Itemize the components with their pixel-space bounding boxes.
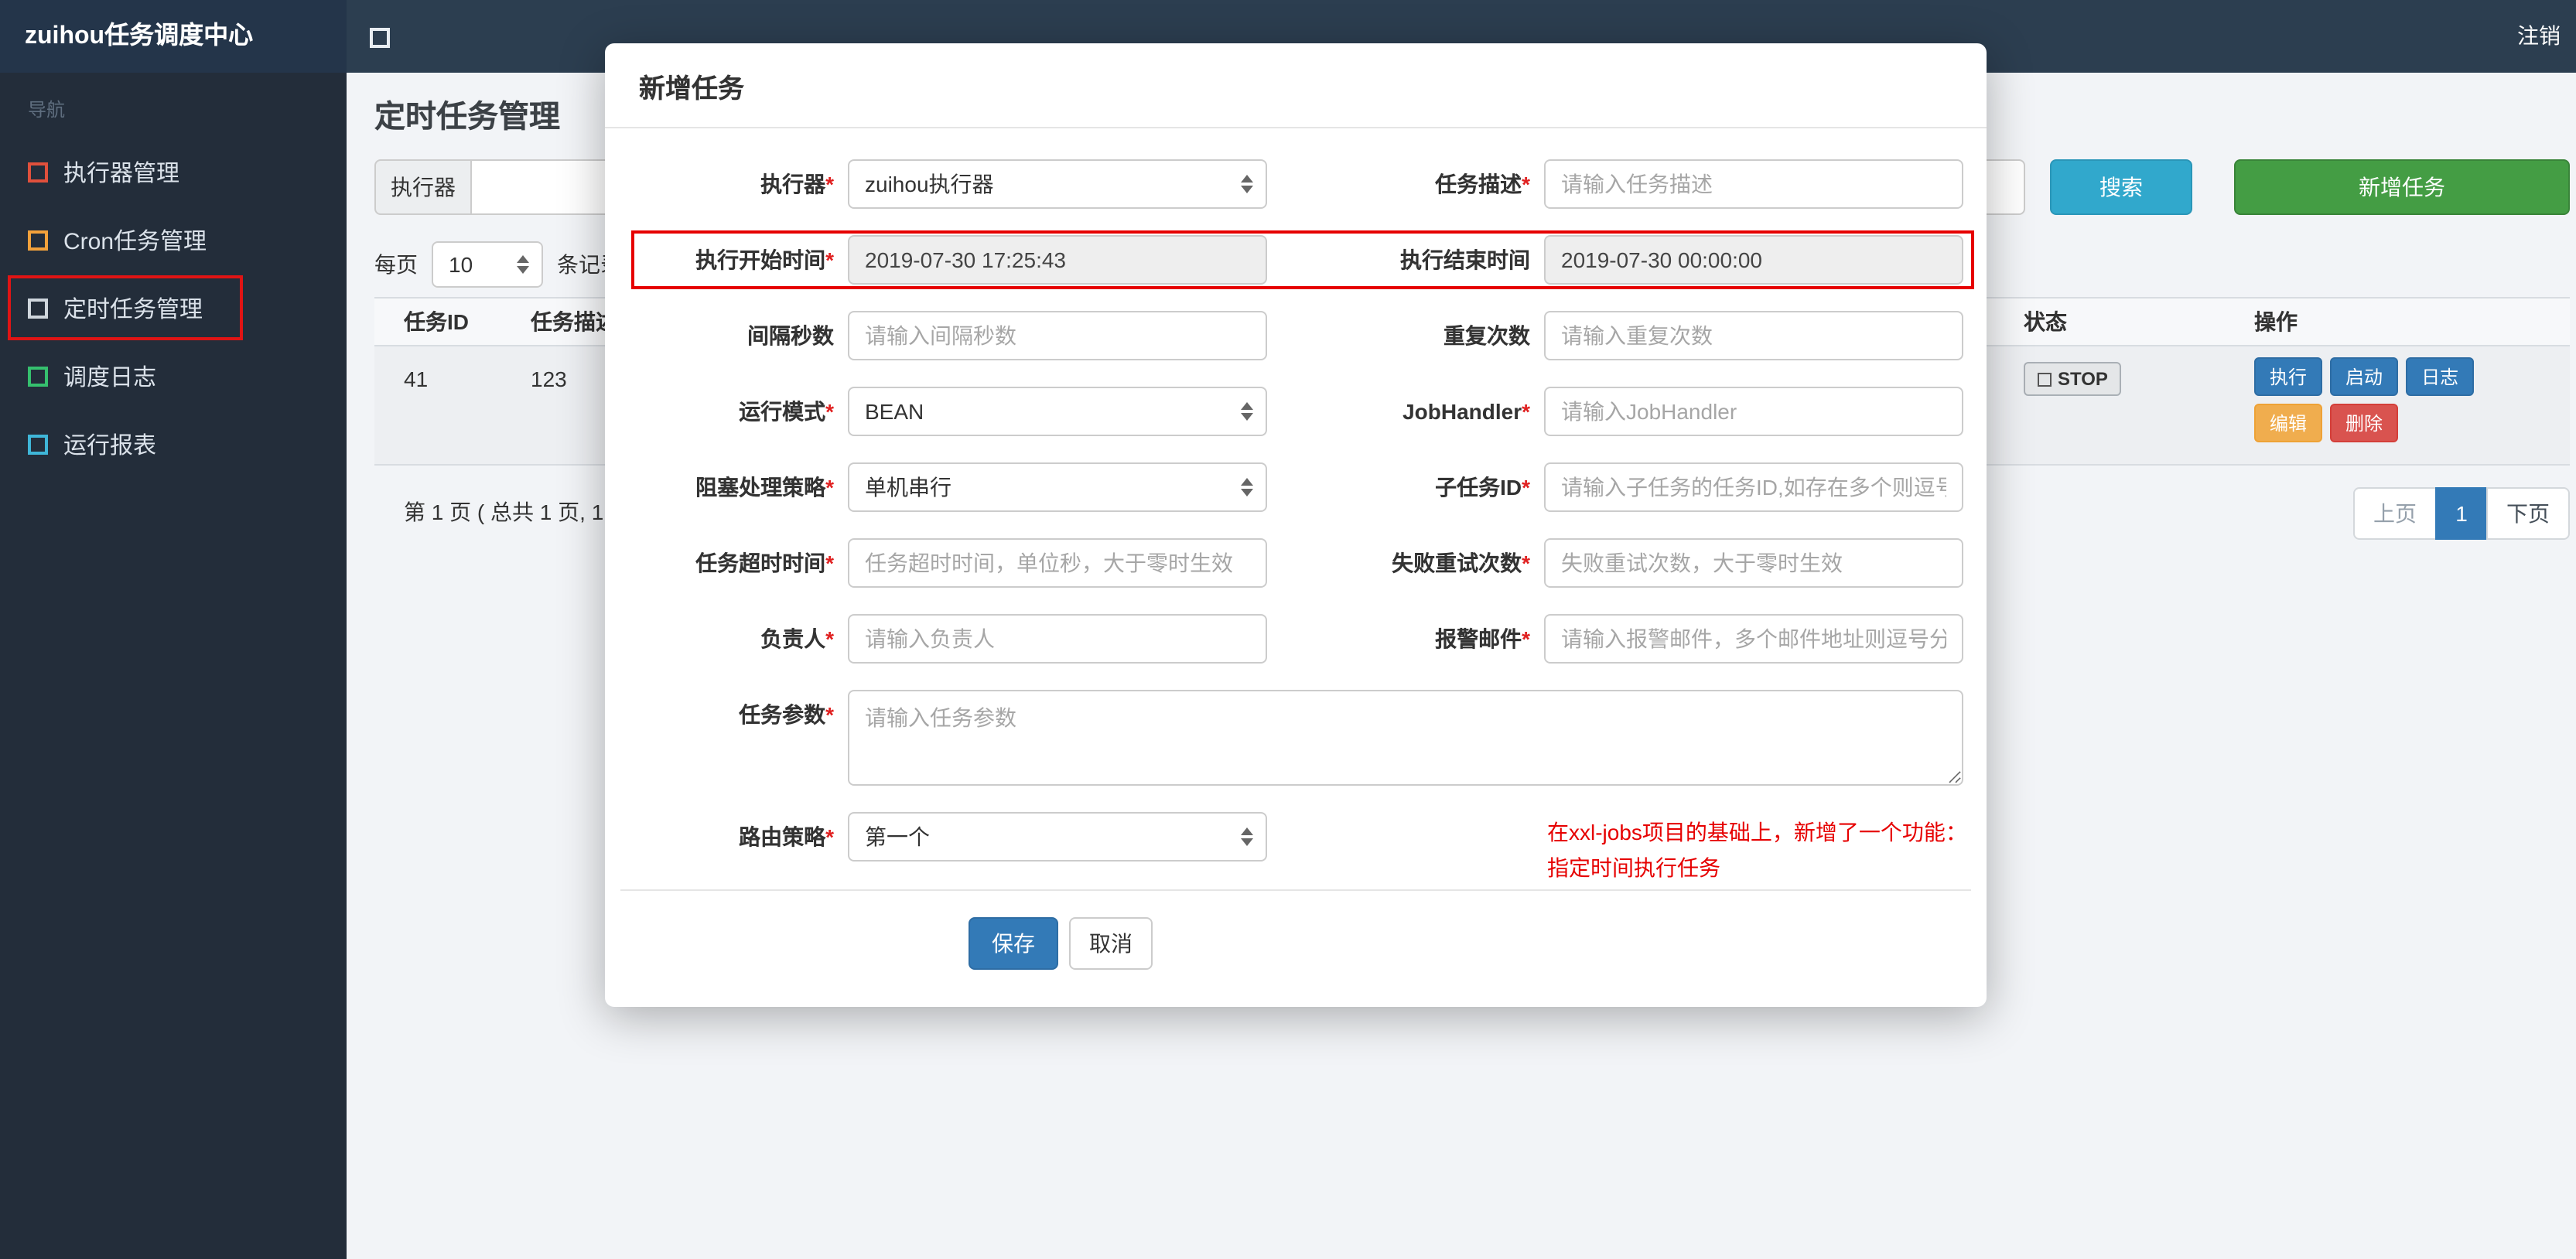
per-page-value: 10 — [449, 252, 473, 277]
prev-page-button[interactable]: 上页 — [2353, 487, 2437, 540]
square-icon — [28, 162, 48, 182]
modal-form: 执行器* zuihou执行器 任务描述* 执行开始时间* 执行结束时间 间隔秒数… — [605, 128, 1987, 880]
next-page-button[interactable]: 下页 — [2486, 487, 2570, 540]
pagination: 上页 1 下页 — [2353, 487, 2570, 540]
interval-input[interactable] — [848, 311, 1267, 360]
select-stepper-icon — [517, 255, 529, 274]
jobhandler-input[interactable] — [1544, 387, 1963, 436]
save-button[interactable]: 保存 — [969, 917, 1058, 970]
select-stepper-icon — [1241, 478, 1253, 496]
run-mode-select[interactable]: BEAN — [848, 387, 1267, 436]
end-time-label: 执行结束时间 — [1400, 247, 1530, 272]
header-task-id: 任务ID — [404, 309, 469, 334]
feature-note-line2: 指定时间执行任务 — [1547, 855, 1720, 880]
sidebar-item-dispatch-log[interactable]: 调度日志 — [0, 342, 347, 410]
sidebar-item-run-report[interactable]: 运行报表 — [0, 410, 347, 478]
timeout-label: 任务超时时间* — [695, 551, 834, 575]
retry-label: 失败重试次数* — [1392, 551, 1530, 575]
executor-select[interactable]: zuihou执行器 — [848, 159, 1267, 209]
search-button[interactable]: 搜索 — [2050, 159, 2192, 215]
stop-square-icon — [2038, 372, 2052, 386]
sidebar-item-cron-task-mgmt[interactable]: Cron任务管理 — [0, 206, 347, 274]
sidebar-item-label: 运行报表 — [63, 432, 157, 459]
cell-status: STOP — [1996, 357, 2226, 450]
retry-input[interactable] — [1544, 538, 1963, 588]
task-desc-label: 任务描述* — [1435, 172, 1530, 196]
block-strategy-label: 阻塞处理策略* — [695, 475, 834, 500]
start-button[interactable]: 启动 — [2330, 357, 2399, 396]
app-root: zuihou任务调度中心 注销 导航 执行器管理 Cron任务管理 定时任务管理… — [0, 0, 2576, 1259]
executor-label: 执行器* — [760, 172, 834, 196]
timeout-input[interactable] — [848, 538, 1267, 588]
child-job-label: 子任务ID* — [1435, 475, 1530, 500]
add-task-button[interactable]: 新增任务 — [2234, 159, 2570, 215]
square-icon — [28, 230, 48, 250]
route-strategy-label: 路由策略* — [739, 824, 834, 849]
cell-task-id: 41 — [404, 367, 429, 391]
select-stepper-icon — [1241, 402, 1253, 421]
repeat-label: 重复次数 — [1443, 323, 1530, 348]
square-icon — [28, 366, 48, 386]
cancel-button[interactable]: 取消 — [1069, 917, 1153, 970]
modal-footer: 保存 取消 — [605, 891, 1987, 1007]
modal-title: 新增任务 — [605, 43, 1987, 128]
log-button[interactable]: 日志 — [2406, 357, 2475, 396]
sidebar-item-label: Cron任务管理 — [63, 228, 207, 254]
pagination-info: 第 1 页 ( 总共 1 页, 1 — [404, 500, 604, 524]
feature-note: 在xxl-jobs项目的基础上，新增了一个功能： 指定时间执行任务 — [1544, 812, 1967, 880]
task-params-textarea[interactable] — [848, 690, 1963, 786]
start-time-input[interactable] — [848, 235, 1267, 285]
alarm-email-input[interactable] — [1544, 614, 1963, 664]
owner-input[interactable] — [848, 614, 1267, 664]
executor-select-value: zuihou执行器 — [865, 172, 994, 196]
sidebar-item-label: 执行器管理 — [63, 160, 180, 186]
feature-note-line1: 在xxl-jobs项目的基础上，新增了一个功能： — [1547, 820, 1967, 844]
jobhandler-label: JobHandler* — [1402, 399, 1530, 424]
edit-button[interactable]: 编辑 — [2254, 404, 2323, 442]
task-desc-input[interactable] — [1544, 159, 1963, 209]
app-brand: zuihou任务调度中心 — [0, 0, 347, 73]
sidebar-section-label: 导航 — [28, 99, 66, 121]
run-button[interactable]: 执行 — [2254, 357, 2323, 396]
square-icon — [28, 434, 48, 454]
status-badge: STOP — [2024, 362, 2122, 396]
current-page-button[interactable]: 1 — [2435, 487, 2488, 540]
repeat-input[interactable] — [1544, 311, 1963, 360]
select-stepper-icon — [1241, 827, 1253, 846]
sidebar-item-label: 定时任务管理 — [63, 296, 203, 322]
delete-button[interactable]: 删除 — [2330, 404, 2399, 442]
square-icon — [28, 298, 48, 318]
sidebar-item-label: 调度日志 — [63, 364, 157, 391]
child-job-input[interactable] — [1544, 462, 1963, 512]
start-time-label: 执行开始时间* — [695, 247, 834, 272]
owner-label: 负责人* — [760, 626, 834, 651]
block-strategy-select-value: 单机串行 — [865, 475, 951, 500]
end-time-input[interactable] — [1544, 235, 1963, 285]
select-stepper-icon — [1241, 175, 1253, 193]
run-mode-select-value: BEAN — [865, 399, 924, 424]
header-actions: 操作 — [2254, 309, 2298, 334]
route-strategy-select-value: 第一个 — [865, 824, 930, 849]
interval-label: 间隔秒数 — [747, 323, 834, 348]
per-page-bar: 每页 10 条记录 — [374, 240, 622, 289]
alarm-email-label: 报警邮件* — [1435, 626, 1530, 651]
logout-link[interactable]: 注销 — [2517, 0, 2561, 73]
route-strategy-select[interactable]: 第一个 — [848, 812, 1267, 862]
sidebar-collapse-icon[interactable] — [370, 28, 390, 48]
sidebar-item-scheduled-task-mgmt[interactable]: 定时任务管理 — [0, 274, 347, 342]
run-mode-label: 运行模式* — [739, 399, 834, 424]
add-task-modal: 新增任务 执行器* zuihou执行器 任务描述* 执行开始时间* 执行结束时间… — [605, 43, 1987, 1007]
executor-filter-label: 执行器 — [374, 159, 472, 215]
header-status: 状态 — [2024, 309, 2067, 334]
per-page-select[interactable]: 10 — [432, 241, 543, 288]
task-params-label: 任务参数* — [739, 702, 834, 727]
block-strategy-select[interactable]: 单机串行 — [848, 462, 1267, 512]
cell-actions: 执行 启动 日志 编辑 删除 — [2226, 357, 2570, 450]
sidebar-nav: 导航 执行器管理 Cron任务管理 定时任务管理 调度日志 运行报表 — [0, 73, 347, 1259]
per-page-prefix-label: 每页 — [374, 252, 418, 277]
page-title: 定时任务管理 — [374, 101, 560, 135]
status-text: STOP — [2058, 368, 2108, 390]
sidebar-item-executor-mgmt[interactable]: 执行器管理 — [0, 138, 347, 206]
